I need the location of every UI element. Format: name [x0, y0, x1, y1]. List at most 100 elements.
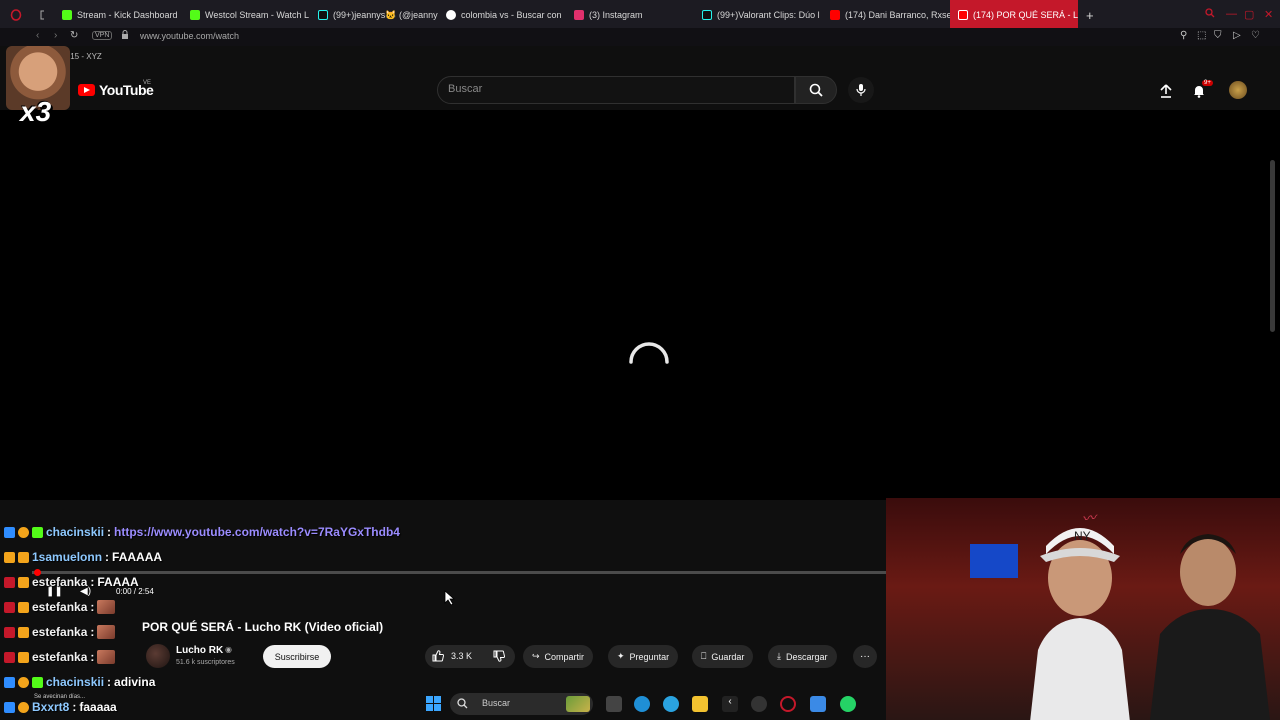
chat-emote-icon — [97, 600, 116, 614]
app-icon[interactable]: ‹ — [722, 696, 738, 712]
tab-label: (174) POR QUÉ SERÁ - Luc — [973, 10, 1078, 20]
search-button[interactable] — [795, 76, 837, 104]
more-actions-button[interactable]: ··· — [853, 645, 877, 668]
new-tab-button[interactable]: + — [1078, 0, 1098, 30]
channel-name[interactable]: Lucho RK — [176, 645, 223, 656]
subscriber-badge-icon — [18, 576, 29, 588]
save-button[interactable]: ⎕ Guardar — [692, 645, 754, 668]
chat-message: estefanka : — [4, 647, 116, 667]
scrollbar-thumb[interactable] — [1270, 160, 1275, 332]
back-icon[interactable]: ‹ — [36, 30, 39, 41]
chat-message: estefanka : — [4, 622, 116, 642]
dislike-icon[interactable] — [493, 650, 506, 665]
tab-tiktok-jeannys[interactable]: (99+)jeannys🐱 (@jeanny — [310, 0, 438, 30]
microphone-icon — [856, 84, 866, 96]
tab-kick-dashboard[interactable]: Stream - Kick Dashboard — [54, 0, 182, 30]
windows-start-icon[interactable] — [426, 696, 441, 711]
download-label: Descargar — [785, 651, 828, 662]
maximize-icon[interactable]: ▢ — [1244, 8, 1254, 21]
opera-gx-icon[interactable] — [780, 696, 796, 712]
vpn-badge[interactable]: VPN — [92, 31, 113, 40]
play-icon[interactable]: ▷ — [1233, 30, 1241, 41]
kick-badge-icon — [4, 576, 15, 588]
snapshot-icon[interactable]: ⬚ — [1197, 30, 1206, 41]
whatsapp-icon[interactable] — [840, 696, 856, 712]
ask-button[interactable]: ✦ Preguntar — [608, 645, 679, 668]
video-player[interactable] — [0, 110, 1280, 500]
moderator-badge-icon — [4, 701, 15, 713]
chat-username: 1samuelonn — [32, 550, 103, 564]
tab-google-search[interactable]: colombia vs - Buscar con — [438, 0, 566, 30]
reload-icon[interactable]: ↻ — [70, 30, 78, 41]
pin-icon[interactable]: ⚲ — [1180, 30, 1187, 41]
subscriber-badge-icon — [18, 551, 29, 563]
subscribe-button[interactable]: Suscribirse — [263, 645, 331, 668]
share-label: Compartir — [544, 651, 585, 662]
bookmark-icon: ⎕ — [701, 651, 707, 661]
chat-username: estefanka — [32, 575, 88, 589]
mouse-cursor-icon — [444, 590, 456, 606]
chat-username: estefanka — [32, 625, 88, 639]
file-explorer-icon[interactable] — [692, 696, 708, 712]
share-button[interactable]: ↪ Compartir — [523, 645, 594, 668]
chat-text: FAAAAA — [112, 550, 163, 564]
steam-icon[interactable] — [751, 696, 767, 712]
upload-icon — [1160, 84, 1172, 98]
moderator-badge-icon — [4, 526, 15, 538]
subscriber-badge-icon — [18, 526, 29, 538]
like-icon[interactable] — [432, 650, 445, 665]
voice-search-button[interactable] — [848, 77, 874, 103]
tab-youtube-dani-barranco[interactable]: (174) Dani Barranco, Rxsei — [822, 0, 950, 30]
url-field[interactable]: www.youtube.com/watch — [140, 31, 239, 41]
kick-badge-icon — [4, 601, 15, 613]
task-view-icon[interactable] — [606, 696, 622, 712]
neon-sign: 〰 — [1080, 509, 1098, 527]
screen: Stream - Kick Dashboard Westcol Stream -… — [0, 0, 1280, 720]
shield-icon[interactable]: ⛉ — [1214, 30, 1222, 41]
chat-username: estefanka — [32, 600, 88, 614]
upload-button[interactable] — [1155, 80, 1177, 102]
tab-valorant-clips[interactable]: (99+)Valorant Clips: Dúo l — [694, 0, 822, 30]
subscriber-count: 51.6 k suscriptores — [176, 659, 235, 666]
like-count[interactable]: 3.3 K — [451, 651, 472, 661]
tab-label: (174) Dani Barranco, Rxsei — [845, 10, 950, 20]
search-input[interactable]: Buscar — [437, 76, 795, 104]
minimize-icon[interactable]: — — [1226, 8, 1237, 20]
tab-instagram[interactable]: (3) Instagram — [566, 0, 694, 30]
download-icon: ⤓ — [777, 651, 781, 661]
kick-badge-icon — [4, 551, 15, 563]
search-icon — [809, 83, 823, 97]
kick-icon — [62, 10, 72, 20]
close-icon[interactable]: ✕ — [1264, 8, 1273, 21]
search-tabs-icon[interactable] — [1205, 8, 1215, 21]
taskbar-search-icon — [457, 698, 468, 709]
kick-badge-icon — [4, 651, 15, 663]
chat-link[interactable]: https://www.youtube.com/watch?v=7RaYGxTh… — [114, 525, 400, 539]
subscriber-badge-icon — [18, 676, 29, 688]
multiplier-label: x3 — [20, 96, 52, 127]
opera-menu-icon[interactable] — [2, 0, 30, 30]
loading-spinner-icon — [629, 342, 669, 364]
channel-avatar[interactable] — [146, 644, 170, 668]
share-icon: ↪ — [532, 651, 540, 661]
forward-icon[interactable]: › — [54, 30, 57, 41]
tiktok-icon — [702, 10, 712, 20]
kick-badge-icon — [32, 526, 43, 538]
chat-emote-icon — [97, 650, 116, 664]
browser-tab-strip: Stream - Kick Dashboard Westcol Stream -… — [0, 0, 1280, 30]
tab-youtube-por-que-sera[interactable]: (174) POR QUÉ SERÁ - Luc — [950, 0, 1078, 30]
heart-icon[interactable]: ♡ — [1251, 30, 1260, 41]
chat-message: chacinskii : adivina — [4, 672, 155, 692]
tab-westcol-stream[interactable]: Westcol Stream - Watch L — [182, 0, 310, 30]
download-button[interactable]: ⤓ Descargar — [768, 645, 837, 668]
video-progress-bar[interactable] — [32, 571, 886, 574]
discord-icon[interactable] — [810, 696, 826, 712]
chat-text: FAAAA — [97, 575, 139, 589]
account-avatar[interactable] — [1229, 81, 1247, 99]
taskbar-widget-icon[interactable] — [566, 696, 590, 712]
tab-menu-icon[interactable] — [32, 0, 52, 30]
edge-icon[interactable] — [634, 696, 650, 712]
tab-label: Stream - Kick Dashboard — [77, 10, 178, 20]
telegram-icon[interactable] — [663, 696, 679, 712]
youtube-icon — [958, 10, 968, 20]
